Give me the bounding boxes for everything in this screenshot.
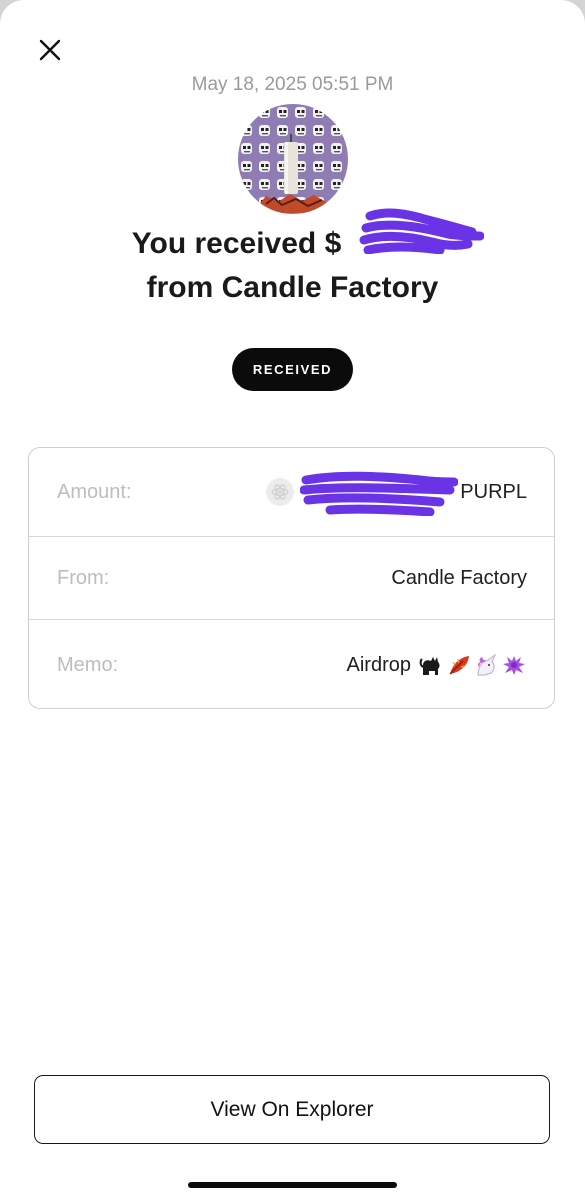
headline-line-2: from Candle Factory — [146, 271, 439, 304]
headline-received-prefix: You received $ — [131, 227, 342, 260]
detail-row-amount: Amount: PURPL — [29, 448, 554, 537]
transaction-detail-sheet: May 18, 2025 05:51 PM You received $ fro… — [0, 0, 585, 1200]
close-icon — [39, 39, 61, 61]
home-indicator — [188, 1182, 397, 1188]
amount-value: PURPL — [266, 468, 527, 516]
sender-avatar — [238, 104, 348, 214]
transaction-timestamp: May 18, 2025 05:51 PM — [191, 74, 394, 95]
detail-row-memo: Memo: Airdrop — [29, 620, 554, 708]
from-value: Candle Factory — [391, 566, 527, 589]
memo-label: Memo: — [57, 653, 119, 676]
view-on-explorer-button[interactable]: View On Explorer — [34, 1075, 550, 1144]
amount-label: Amount: — [57, 480, 132, 503]
memo-text: Airdrop — [346, 653, 411, 676]
status-badge: RECEIVED — [232, 348, 353, 391]
headline-line-1: You received $ — [0, 222, 585, 266]
memo-value: Airdrop — [347, 653, 527, 677]
purple-splat-icon — [503, 656, 525, 675]
from-label: From: — [57, 566, 110, 589]
candle-skull-avatar — [238, 104, 348, 214]
redaction-scribble-title — [359, 208, 484, 254]
leaf-icon — [449, 656, 469, 675]
transaction-details-card: Amount: PURPL From: Candle Factory Memo:… — [28, 447, 555, 709]
black-cat-icon — [419, 657, 440, 675]
unicorn-icon — [477, 653, 497, 676]
transaction-headline: You received $ from Candle Factory — [0, 222, 585, 310]
detail-row-from: From: Candle Factory — [29, 537, 554, 620]
memo-emojis — [419, 653, 527, 677]
close-button[interactable] — [30, 30, 70, 70]
redaction-scribble-amount — [300, 471, 459, 516]
amount-currency: PURPL — [460, 480, 527, 503]
atom-icon — [266, 478, 295, 506]
